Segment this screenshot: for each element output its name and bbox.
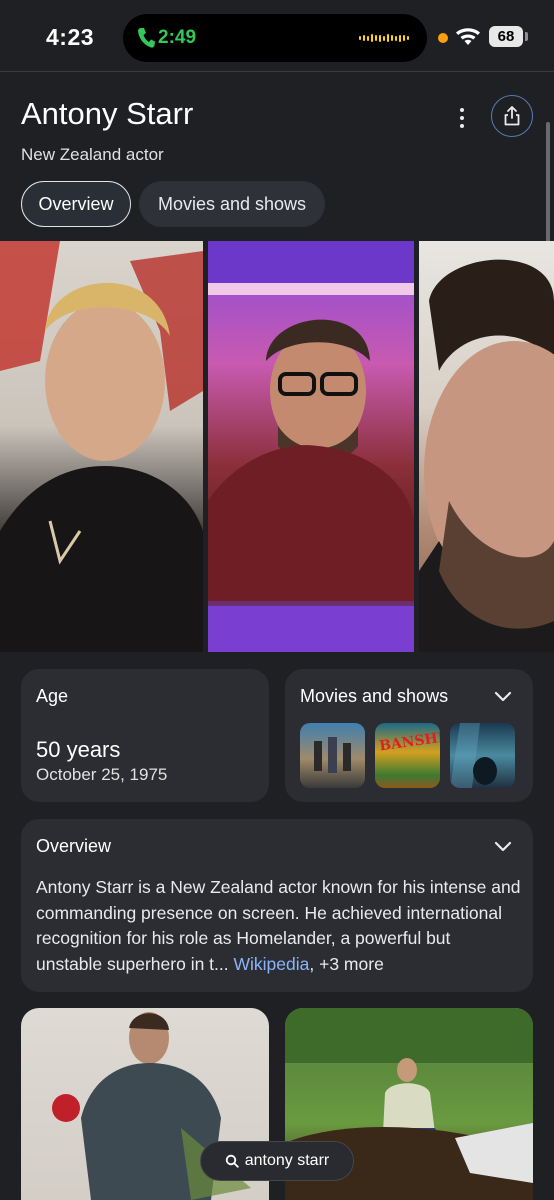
movies-and-shows-card[interactable]: Movies and shows BANSHEE (285, 669, 533, 802)
search-icon (225, 1154, 239, 1168)
more-sources-link[interactable]: , +3 more (309, 954, 383, 974)
overview-ellipsis: ... (214, 953, 229, 974)
banshee-thumbnail[interactable]: BANSHEE (375, 723, 440, 788)
dynamic-island[interactable]: 2:49 (123, 14, 427, 62)
photo-2[interactable] (208, 241, 414, 652)
third-show-thumbnail[interactable] (450, 723, 515, 788)
portrait-image (0, 241, 203, 652)
overview-label: Overview (36, 836, 112, 856)
age-card[interactable]: Age 50 years October 25, 1975 (21, 669, 269, 802)
overview-description: Antony Starr is a New Zealand actor know… (36, 875, 521, 977)
birth-date: October 25, 1975 (36, 765, 168, 784)
share-icon (504, 106, 520, 126)
poster-image (450, 723, 497, 788)
age-label: Age (36, 686, 69, 706)
overview-card[interactable]: Overview Antony Starr is a New Zealand a… (21, 819, 533, 992)
photo-3[interactable] (419, 241, 554, 652)
poster-image (314, 737, 351, 773)
dot-icon (460, 124, 464, 128)
portrait-image (208, 241, 414, 652)
banshee-logo-text: BANSHEE (378, 727, 440, 755)
photo-1[interactable] (0, 241, 203, 652)
dot-icon (460, 108, 464, 112)
tab-movies-and-shows[interactable]: Movies and shows (139, 181, 325, 227)
page-subtitle: New Zealand actor (21, 145, 164, 164)
wikipedia-link[interactable]: Wikipedia (234, 954, 310, 974)
share-button[interactable] (491, 95, 533, 137)
phone-icon (138, 28, 155, 48)
page-title: Antony Starr (21, 96, 194, 131)
dot-icon (460, 116, 464, 120)
portrait-image (419, 259, 554, 652)
battery-level: 68 (489, 26, 523, 47)
chevron-down-icon[interactable] (494, 691, 512, 703)
more-options-button[interactable] (449, 103, 475, 133)
search-query-pill[interactable]: antony starr (200, 1141, 354, 1181)
audio-waveform-icon (359, 34, 411, 42)
chevron-down-icon[interactable] (494, 841, 512, 853)
search-query-text: antony starr (244, 1152, 330, 1169)
battery-icon (525, 32, 528, 41)
tab-overview[interactable]: Overview (21, 181, 131, 227)
call-timer: 2:49 (158, 27, 197, 48)
status-bar: 4:23 2:49 68 (0, 0, 554, 72)
the-boys-thumbnail[interactable] (300, 723, 365, 788)
microphone-indicator-icon (438, 33, 448, 43)
age-value: 50 years (36, 737, 121, 762)
wifi-icon (456, 28, 480, 45)
movies-and-shows-label: Movies and shows (300, 686, 449, 706)
status-time: 4:23 (46, 24, 95, 50)
